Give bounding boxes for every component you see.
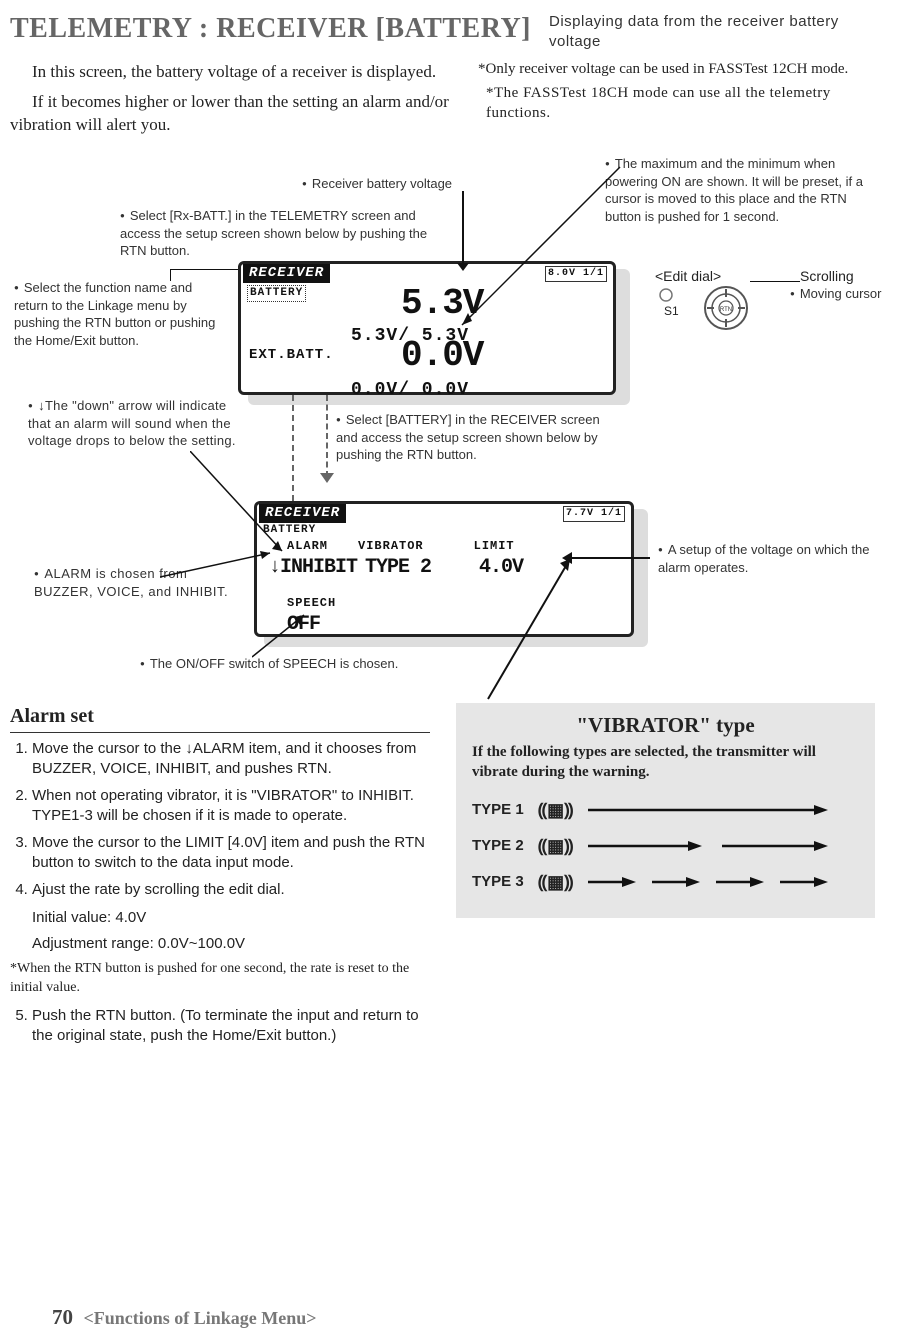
lcd2-col-vib: VIBRATOR: [358, 538, 424, 554]
alarm-step-3: Move the cursor to the LIMIT [4.0V] item…: [32, 833, 430, 872]
leader-down-arrow: [190, 451, 300, 561]
leader-select-fn: [170, 269, 238, 270]
dashed-2-head: [320, 473, 334, 483]
select-battery-text: Select [BATTERY] in the RECEIVER screen …: [336, 412, 600, 462]
vibrator-subtitle: If the following types are selected, the…: [472, 742, 859, 783]
subtitle: Displaying data from the receiver batter…: [549, 12, 875, 53]
callout-select-battery: Select [BATTERY] in the RECEIVER screen …: [336, 411, 618, 464]
callout-rx-batt-voltage: Receiver battery voltage: [302, 175, 452, 193]
scrolling-label: Scrolling: [800, 267, 854, 286]
vib-type-2-row: TYPE 2 ⸨▦⸩: [472, 828, 859, 864]
vibrate-icon: ⸨▦⸩: [538, 798, 574, 822]
vibrator-panel: "VIBRATOR" type If the following types a…: [456, 703, 875, 918]
callout-down-arrow: ↓The "down" arrow will indicate that an …: [28, 397, 243, 450]
footer-section: <Functions of Linkage Menu>: [84, 1308, 317, 1328]
moving-cursor-text: Moving cursor: [790, 286, 881, 301]
alarm-step-5: Push the RTN button. (To terminate the i…: [32, 1006, 430, 1045]
alarm-note: *When the RTN button is pushed for one s…: [10, 960, 430, 998]
vibrate-icon: ⸨▦⸩: [538, 834, 574, 858]
svg-text:RTN: RTN: [720, 307, 732, 313]
alarm-step-4: Ajust the rate by scrolling the edit dia…: [32, 880, 430, 900]
intro-left: In this screen, the battery voltage of a…: [10, 59, 450, 146]
callout-select-rx-batt: Select [Rx-BATT.] in the TELEMETRY scree…: [120, 207, 430, 260]
vib-type-1-row: TYPE 1 ⸨▦⸩: [472, 792, 859, 828]
vib-type-3-label: TYPE 3: [472, 872, 524, 892]
diagram-area: The maximum and the minimum when powerin…: [10, 155, 875, 695]
intro-note1: *Only receiver voltage can be used in FA…: [478, 59, 875, 79]
leader-scroll: [750, 281, 800, 282]
alarm-range: Adjustment range: 0.0V~100.0V: [32, 934, 430, 954]
alarm-step-2: When not operating vibrator, it is "VIBR…: [32, 786, 430, 825]
footer: 70 <Functions of Linkage Menu>: [52, 1303, 317, 1331]
dashed-2: [326, 395, 328, 477]
alarm-set-heading: Alarm set: [10, 703, 430, 733]
leader-speech: [252, 613, 322, 661]
vib-type-3-row: TYPE 3 ⸨▦⸩: [472, 864, 859, 900]
page: TELEMETRY : RECEIVER [BATTERY] Displayin…: [0, 0, 897, 1343]
vibrate-icon: ⸨▦⸩: [538, 870, 574, 894]
lcd1-small2: 0.0V/ 0.0V: [351, 378, 469, 402]
alarm-set-steps-2: Push the RTN button. (To terminate the i…: [10, 1006, 430, 1045]
callout-voltage-setup: A setup of the voltage on which the alar…: [658, 541, 878, 576]
s1-circle-icon: [658, 287, 674, 303]
down-arrow-text: ↓The "down" arrow will indicate that an …: [28, 398, 236, 448]
lcd2-sub: BATTERY: [263, 523, 631, 538]
bottom-row: Alarm set Move the cursor to the ↓ALARM …: [10, 703, 875, 1053]
rx-batt-voltage-text: Receiver battery voltage: [302, 176, 452, 191]
lcd2-vib-val: TYPE 2: [365, 554, 431, 581]
arrow-max-min: [460, 165, 640, 335]
lcd1-title: RECEIVER: [243, 264, 330, 283]
vib-type-1-pattern: [588, 803, 859, 817]
lcd2-corner: 7.7V 1/1: [563, 506, 625, 522]
moving-cursor-label: Moving cursor: [790, 285, 881, 303]
vib-type-2-label: TYPE 2: [472, 836, 524, 856]
callout-max-min: The maximum and the minimum when powerin…: [605, 155, 880, 225]
lcd1-ext-label: EXT.BATT.: [249, 346, 334, 365]
intro-p1: In this screen, the battery voltage of a…: [10, 61, 450, 84]
vib-type-2-pattern: [588, 839, 859, 853]
select-rx-batt-text: Select [Rx-BATT.] in the TELEMETRY scree…: [120, 208, 427, 258]
select-function-text: Select the function name and return to t…: [14, 280, 215, 348]
alarm-set-column: Alarm set Move the cursor to the ↓ALARM …: [10, 703, 430, 1053]
lcd2-col-limit: LIMIT: [474, 538, 515, 554]
alarm-initial: Initial value: 4.0V: [32, 908, 430, 928]
arrow-to-vibrator: [480, 559, 680, 719]
leader-select-fn-v: [170, 269, 171, 281]
page-number: 70: [52, 1305, 73, 1329]
intro-row: In this screen, the battery voltage of a…: [10, 59, 875, 146]
alarm-set-steps: Move the cursor to the ↓ALARM item, and …: [10, 739, 430, 900]
vib-type-3-pattern: [588, 875, 859, 889]
callout-select-function: Select the function name and return to t…: [14, 279, 224, 349]
header-row: TELEMETRY : RECEIVER [BATTERY] Displayin…: [10, 10, 875, 53]
intro-note2: *The FASSTest 18CH mode can use all the …: [478, 83, 875, 124]
lcd1-sub: BATTERY: [247, 285, 306, 302]
s1-label: S1: [664, 303, 679, 319]
alarm-step-1: Move the cursor to the ↓ALARM item, and …: [32, 739, 430, 778]
intro-p2: If it becomes higher or lower than the s…: [10, 91, 450, 137]
page-title: TELEMETRY : RECEIVER [BATTERY]: [10, 10, 531, 48]
intro-right: *Only receiver voltage can be used in FA…: [478, 59, 875, 146]
edit-dial-icon: RTN: [696, 283, 756, 333]
voltage-setup-text: A setup of the voltage on which the alar…: [658, 542, 869, 575]
lcd1-big2: 0.0V: [401, 340, 483, 372]
callout-max-min-text: The maximum and the minimum when powerin…: [605, 156, 863, 224]
vib-type-1-label: TYPE 1: [472, 800, 524, 820]
